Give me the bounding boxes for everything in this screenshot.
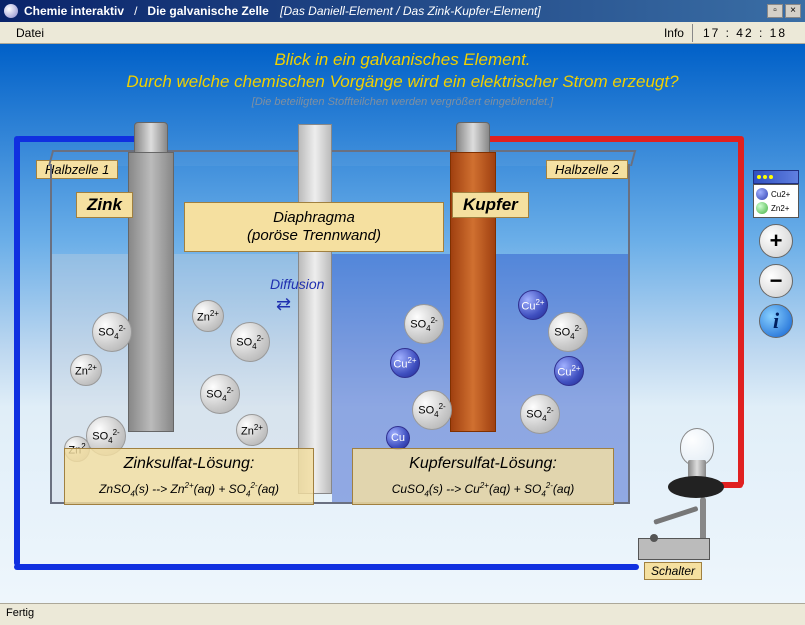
- sulfate-ion: SO42-: [404, 304, 444, 344]
- zinc-ion: Zn2+: [192, 300, 224, 332]
- sulfate-ion: SO42-: [230, 322, 270, 362]
- subtopic: [Das Daniell-Element / Das Zink-Kupfer-E…: [280, 4, 541, 18]
- diaphragm: [298, 124, 332, 494]
- wire-red: [482, 136, 742, 142]
- switch-lever[interactable]: [653, 506, 698, 525]
- clock: 17 : 42 : 18: [692, 24, 797, 42]
- info-button[interactable]: i: [759, 304, 793, 338]
- zinc-ion: Zn2+: [70, 354, 102, 386]
- title-bar: Chemie interaktiv / Die galvanische Zell…: [0, 0, 805, 22]
- zinc-solution-box: Zinksulfat-Lösung: ZnSO4(s) --> Zn2+(aq)…: [64, 448, 314, 505]
- zinc-electrode: [128, 152, 174, 432]
- zinc-label: Zink: [76, 192, 133, 218]
- wire-blue: [14, 136, 20, 566]
- sulfate-ion: SO42-: [520, 394, 560, 434]
- headline-2: Durch welche chemischen Vorgänge wird ei…: [0, 72, 805, 92]
- app-name: Chemie interaktiv: [24, 4, 124, 18]
- zinc-solution-title: Zinksulfat-Lösung:: [71, 455, 307, 473]
- sulfate-ion: SO42-: [92, 312, 132, 352]
- zoom-in-button[interactable]: +: [759, 224, 793, 258]
- lightbulb-base: [668, 476, 724, 498]
- menu-info[interactable]: Info: [656, 24, 692, 42]
- wire-grey: [700, 497, 706, 542]
- diffusion-label: Diffusion: [270, 276, 324, 292]
- sulfate-ion: SO42-: [412, 390, 452, 430]
- headline-1: Blick in ein galvanisches Element.: [0, 50, 805, 70]
- diagram-canvas: Blick in ein galvanisches Element. Durch…: [0, 44, 805, 603]
- copper-ion: Cu2+: [390, 348, 420, 378]
- legend-cu: Cu2+: [756, 188, 796, 200]
- zoom-out-button[interactable]: −: [759, 264, 793, 298]
- title-text: Chemie interaktiv / Die galvanische Zell…: [24, 4, 765, 18]
- diaphragm-label: Diaphragma (poröse Trennwand): [184, 202, 444, 252]
- status-text: Fertig: [6, 607, 34, 619]
- wire-blue: [14, 564, 639, 570]
- app-icon: [4, 4, 18, 18]
- wire-blue: [16, 136, 148, 142]
- legend-zn: Zn2+: [756, 202, 796, 214]
- menu-file[interactable]: Datei: [8, 24, 52, 42]
- zinc-solution-equation: ZnSO4(s) --> Zn2+(aq) + SO42-(aq): [71, 481, 307, 498]
- copper-label: Kupfer: [452, 192, 529, 218]
- wire-red: [738, 136, 744, 486]
- copper-solution-box: Kupfersulfat-Lösung: CuSO4(s) --> Cu2+(a…: [352, 448, 614, 505]
- status-bar: Fertig: [0, 603, 805, 625]
- zinc-ion: Zn2+: [236, 414, 268, 446]
- ion-legend: Cu2+ Zn2+: [753, 184, 799, 218]
- menu-bar: Datei Info 17 : 42 : 18: [0, 22, 805, 44]
- minimize-button[interactable]: ▫: [767, 4, 783, 18]
- switch-label: Schalter: [644, 562, 702, 580]
- copper-ion: Cu2+: [554, 356, 584, 386]
- sulfate-ion: SO42-: [200, 374, 240, 414]
- toolbox-header[interactable]: [753, 170, 799, 184]
- sulfate-ion: SO42-: [548, 312, 588, 352]
- subheadline: [Die beteiligten Stoffteilchen werden ve…: [0, 96, 805, 108]
- switch-pivot: [650, 534, 658, 542]
- topic: Die galvanische Zelle: [147, 4, 268, 18]
- toolbox: Cu2+ Zn2+ + − i: [753, 170, 799, 344]
- copper-ion: Cu2+: [518, 290, 548, 320]
- copper-solution-title: Kupfersulfat-Lösung:: [359, 455, 607, 473]
- diffusion-arrows-icon: ⇄: [276, 294, 288, 315]
- copper-atom: Cu: [386, 426, 410, 450]
- close-button[interactable]: ×: [785, 4, 801, 18]
- copper-solution-equation: CuSO4(s) --> Cu2+(aq) + SO42-(aq): [359, 481, 607, 498]
- switch[interactable]: [638, 538, 710, 560]
